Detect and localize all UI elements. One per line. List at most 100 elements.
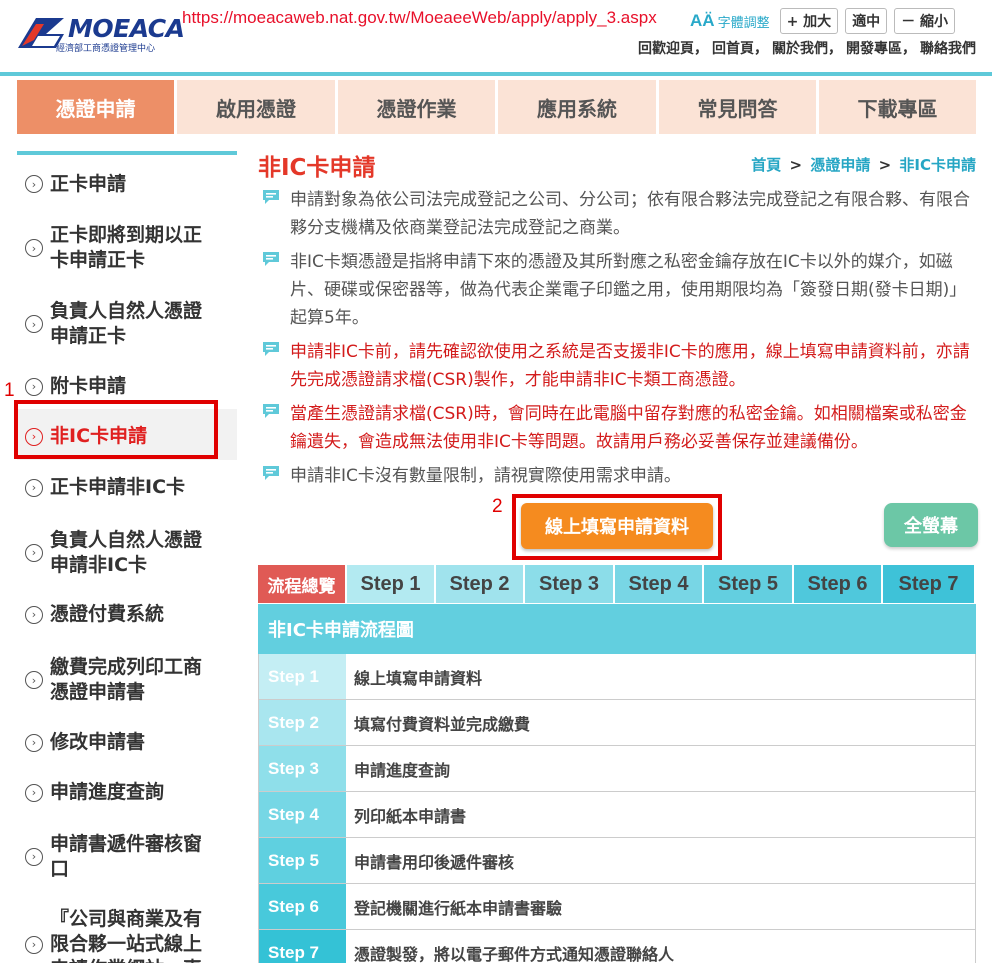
flow-title: 非IC卡申請流程圖: [258, 604, 976, 654]
chevron-right-icon: ›: [25, 733, 43, 752]
font-size-icon: AÄ: [690, 11, 715, 30]
chevron-right-icon: ›: [25, 175, 43, 193]
link-welcome[interactable]: 回歡迎頁，: [638, 38, 708, 58]
tab-step-7[interactable]: Step 7: [883, 565, 974, 603]
font-increase-button[interactable]: + 加大: [779, 8, 839, 34]
annotation-marker-1: 1: [4, 380, 15, 401]
breadcrumb-separator: >: [789, 156, 803, 174]
speech-bubble-icon: [263, 466, 279, 480]
tab-step-4[interactable]: Step 4: [615, 565, 702, 603]
breadcrumb: 首頁 > 憑證申請 > 非IC卡申請: [751, 154, 976, 175]
font-size-label: 字體調整: [717, 15, 770, 31]
notes-list: 申請對象為依公司法完成登記之公司、分公司；依有限合夥法完成登記之有限合夥、有限合…: [262, 186, 976, 496]
font-decrease-button[interactable]: － 縮小: [894, 8, 956, 34]
fullscreen-button[interactable]: 全螢幕: [884, 503, 978, 547]
sidebar-item-label: 申請進度查詢: [50, 780, 164, 805]
tab-step-6[interactable]: Step 6: [794, 565, 881, 603]
page-title: 非IC卡申請: [258, 155, 376, 181]
sidebar-item[interactable]: › 正卡即將到期以正 卡申請正卡: [17, 206, 237, 282]
tab-step-5[interactable]: Step 5: [704, 565, 792, 603]
sidebar-item-label: 附卡申請: [50, 374, 126, 399]
flow-table: Step 1 線上填寫申請資料 Step 2 填寫付費資料並完成繳費 Step 3 申請進…: [258, 654, 976, 963]
step-tabs: 流程總覽 Step 1 Step 2 Step 3 Step 4 Step 5 Step 6…: [258, 565, 976, 603]
flow-step-description: 列印紙本申請書: [346, 792, 975, 837]
flow-step-label: Step 5: [259, 838, 346, 883]
nav-tab-faq[interactable]: 常見問答: [659, 80, 816, 134]
sidebar-item-label: 繳費完成列印工商 憑證申請書: [50, 655, 202, 705]
chevron-right-icon: ›: [25, 543, 43, 562]
note-text: 申請非IC卡前，請先確認欲使用之系統是否支援非IC卡的應用，線上填寫申請資料前，…: [290, 342, 970, 390]
link-dev[interactable]: 開發專區，: [846, 38, 916, 58]
table-row: Step 6 登記機關進行紙本申請書審驗: [259, 884, 975, 930]
font-default-button[interactable]: 適中: [845, 8, 888, 34]
table-row: Step 3 申請進度查詢: [259, 746, 975, 792]
sidebar-item[interactable]: › 『公司與商業及有限合夥一站式線上申請作業網站』專: [17, 892, 237, 963]
speech-bubble-icon: [263, 252, 279, 266]
sidebar-item[interactable]: › 正卡申請非IC卡: [17, 460, 237, 511]
annotation-box-1: [14, 400, 218, 459]
flow-step-label: Step 1: [259, 654, 346, 699]
note-item: 非IC卡類憑證是指將申請下來的憑證及其所對應之私密金鑰存放在IC卡以外的媒介，如…: [262, 248, 976, 332]
sidebar-item-line: 『公司與商業及有: [50, 908, 203, 930]
sidebar-item-line: 修改申請書: [50, 731, 146, 753]
sidebar-item-line: 正卡申請非IC卡: [50, 476, 186, 498]
note-text: 申請對象為依公司法完成登記之公司、分公司；依有限合夥法完成登記之有限合夥、有限合…: [290, 190, 970, 238]
sidebar-item-line: 憑證付費系統: [50, 603, 165, 625]
flow-step-description: 申請進度查詢: [346, 746, 975, 791]
nav-tab-systems[interactable]: 應用系統: [498, 80, 656, 134]
logo-subtitle: 經濟部工商憑證管理中心: [56, 44, 156, 54]
link-about[interactable]: 關於我們，: [772, 38, 842, 58]
sidebar-item[interactable]: › 繳費完成列印工商 憑證申請書: [17, 638, 237, 714]
nav-tab-operations[interactable]: 憑證作業: [338, 80, 495, 134]
sidebar-item-line: 正卡即將到期以正: [50, 224, 203, 246]
site-header: MOEACA 經濟部工商憑證管理中心 https://moeacaweb.nat…: [0, 0, 992, 76]
nav-tab-activate[interactable]: 啟用憑證: [177, 80, 335, 134]
sidebar-item[interactable]: › 申請書遞件審核窗口: [17, 816, 237, 892]
tab-step-1[interactable]: Step 1: [347, 565, 434, 603]
flow-step-description: 申請書用印後遞件審核: [346, 838, 975, 883]
chevron-right-icon: ›: [25, 605, 43, 624]
sidebar-item-line: 申請進度查詢: [50, 781, 165, 803]
sidebar-item-line: 憑證申請書: [50, 681, 146, 703]
speech-bubble-icon: [263, 190, 279, 204]
link-home[interactable]: 回首頁，: [712, 38, 768, 58]
tab-step-3[interactable]: Step 3: [525, 565, 613, 603]
sidebar-item-line: 口: [50, 857, 70, 880]
sidebar-item-label: 正卡申請: [50, 172, 126, 197]
sidebar-item[interactable]: › 正卡申請: [17, 155, 237, 206]
sidebar-item[interactable]: › 負責人自然人憑證 申請非IC卡: [17, 511, 237, 587]
breadcrumb-cert-apply[interactable]: 憑證申請: [810, 156, 870, 174]
sidebar-item[interactable]: › 憑證付費系統: [17, 587, 237, 638]
tab-overview[interactable]: 流程總覽: [258, 565, 345, 603]
site-logo[interactable]: MOEACA 經濟部工商憑證管理中心: [16, 14, 185, 54]
sidebar-item-line: 附卡申請: [50, 375, 127, 397]
annotation-marker-2: 2: [492, 496, 503, 517]
flow-step-label: Step 3: [259, 746, 346, 791]
note-item: 當產生憑證請求檔(CSR)時，會同時在此電腦中留存對應的私密金鑰。如相關檔案或私…: [262, 400, 976, 456]
sidebar-item[interactable]: › 申請進度查詢: [17, 765, 237, 816]
sidebar-item-line: 申請正卡: [50, 325, 127, 347]
sidebar: › 正卡申請 › 正卡即將到期以正 卡申請正卡 › 負責人自然人憑證 申請正卡 › 附卡申請 › 非I…: [17, 151, 237, 963]
speech-bubble-icon: [263, 342, 279, 356]
annotation-box-2: [512, 494, 722, 560]
breadcrumb-home[interactable]: 首頁: [751, 156, 781, 174]
table-row: Step 4 列印紙本申請書: [259, 792, 975, 838]
sidebar-item-line: 繳費完成列印工商: [50, 656, 203, 678]
flow-step-label: Step 6: [259, 884, 346, 929]
chevron-right-icon: ›: [25, 239, 43, 257]
nav-tab-cert-apply[interactable]: 憑證申請: [17, 80, 174, 134]
chevron-right-icon: ›: [25, 935, 43, 954]
nav-tab-download[interactable]: 下載專區: [819, 80, 976, 134]
sidebar-item-line: 申請非IC卡: [50, 553, 148, 576]
sidebar-item-line: 卡申請正卡: [50, 249, 146, 271]
note-text: 當產生憑證請求檔(CSR)時，會同時在此電腦中留存對應的私密金鑰。如相關檔案或私…: [290, 404, 967, 452]
sidebar-item[interactable]: › 修改申請書: [17, 714, 237, 765]
chevron-right-icon: ›: [25, 315, 43, 333]
sidebar-item[interactable]: › 負責人自然人憑證 申請正卡: [17, 282, 237, 358]
link-contact[interactable]: 聯絡我們: [920, 38, 976, 58]
table-row: Step 5 申請書用印後遞件審核: [259, 838, 975, 884]
sidebar-item-label: 正卡即將到期以正 卡申請正卡: [50, 223, 202, 273]
flow-step-description: 線上填寫申請資料: [346, 654, 975, 699]
breadcrumb-current[interactable]: 非IC卡申請: [899, 156, 976, 174]
tab-step-2[interactable]: Step 2: [436, 565, 523, 603]
